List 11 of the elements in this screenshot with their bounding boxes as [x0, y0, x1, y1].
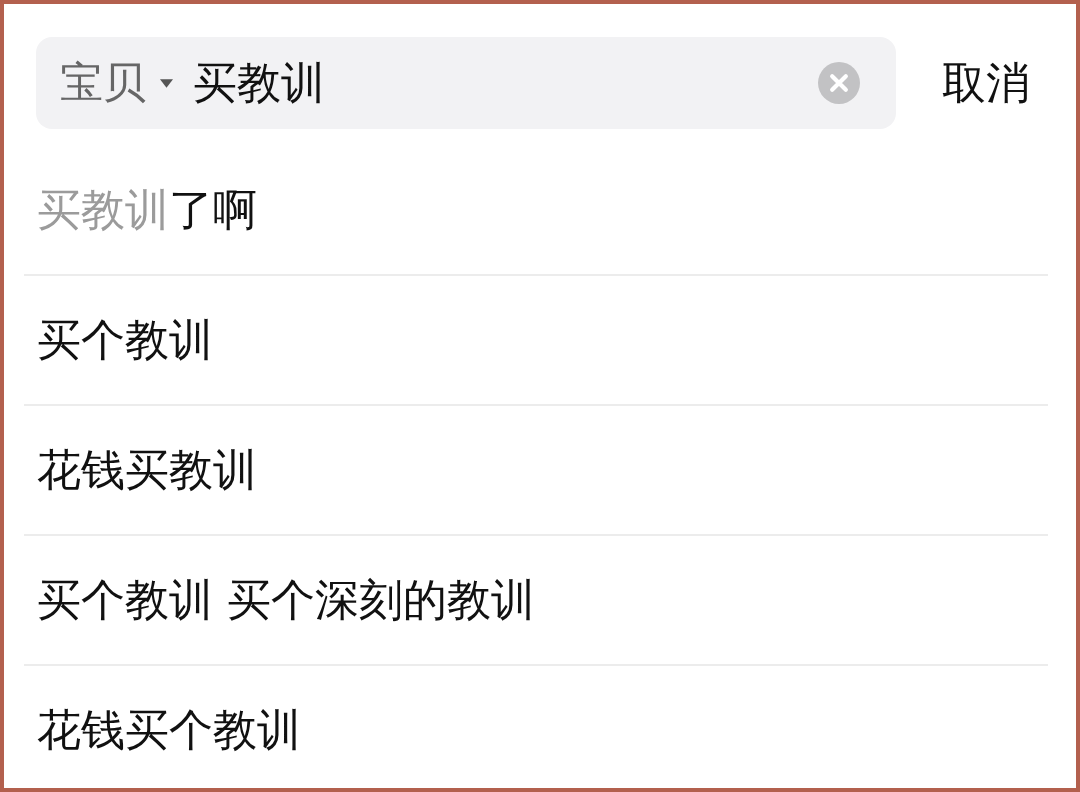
clear-icon[interactable] — [818, 62, 860, 104]
scope-dropdown[interactable]: 宝贝 — [60, 57, 173, 109]
search-bar[interactable]: 宝贝 买教训 — [36, 37, 896, 129]
caret-icon — [160, 78, 173, 88]
suggestion-item[interactable]: 买教训 了啊 — [37, 183, 257, 237]
suggestion-item[interactable]: 花钱买个教训 — [37, 703, 301, 757]
search-field[interactable]: 买教训 — [193, 53, 818, 113]
suggestion-item[interactable]: 花钱买教训 — [37, 443, 257, 497]
cancel-button[interactable]: 取消 — [942, 56, 1030, 110]
suggestion-item[interactable]: 买个教训 — [37, 313, 213, 367]
suggestion-item[interactable]: 买个教训 买个深刻的教训 — [37, 573, 535, 627]
